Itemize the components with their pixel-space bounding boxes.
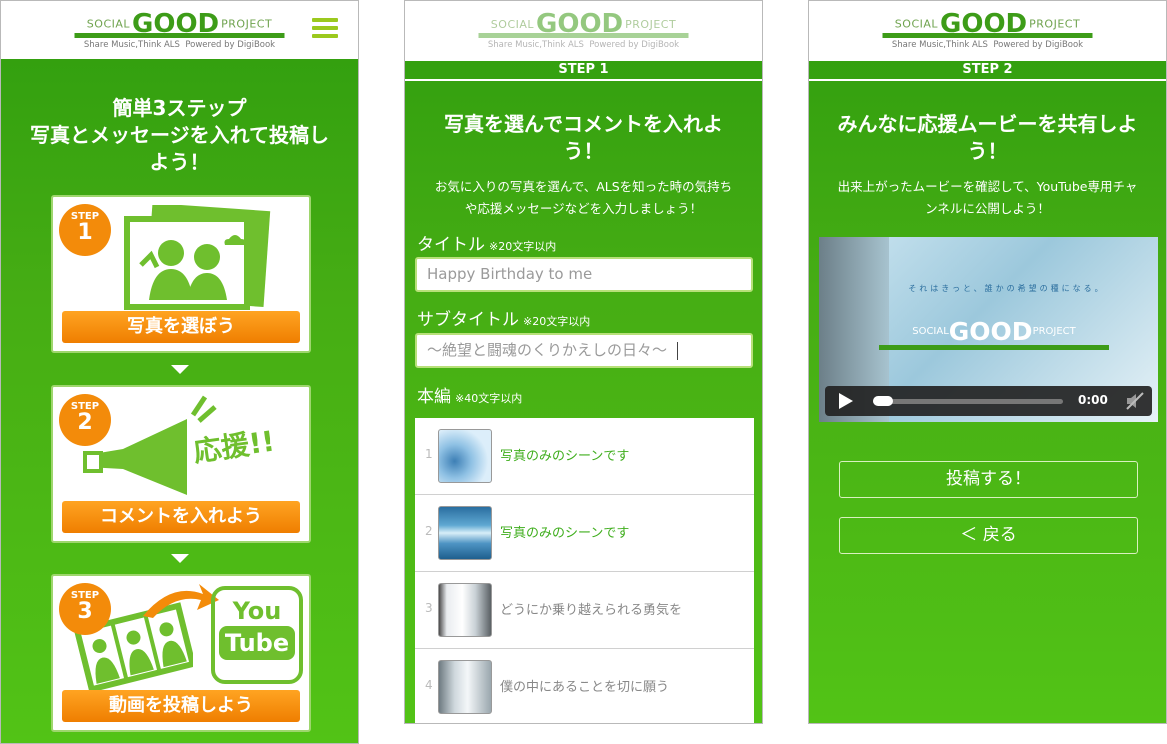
down-arrow-icon <box>171 365 189 374</box>
choose-photo-button[interactable]: 写真を選ぼう <box>62 311 300 343</box>
scene-row[interactable]: 4 僕の中にあることを切に願う <box>415 649 754 723</box>
subtitle-label: サブタイトル ※20文字以内 <box>417 310 591 330</box>
page-description: お気に入りの写真を選んで、ALSを知った時の気持ち や応援メッセージなどを入力し… <box>434 179 733 216</box>
subtitle-input[interactable]: 〜絶望と闘魂のくりかえしの日々〜 <box>415 333 753 368</box>
youtube-logo: You Tube <box>211 586 303 684</box>
site-logo[interactable]: SOCIALGOOD PROJECT Share Music,Think ALS … <box>72 7 287 53</box>
title-label: タイトル ※20文字以内 <box>417 235 557 255</box>
scene-thumbnail <box>438 583 492 637</box>
video-controls: 0:00 <box>825 386 1152 416</box>
title-input[interactable]: Happy Birthday to me <box>415 257 753 292</box>
add-comment-button[interactable]: コメントを入れよう <box>62 501 300 533</box>
step-1-badge: STEP 1 <box>59 204 111 256</box>
screen-step-1-form: SOCIALGOOD PROJECT Share Music,Think ALS … <box>404 0 763 724</box>
site-logo[interactable]: SOCIALGOOD PROJECT Share Music,Think ALS … <box>880 7 1095 53</box>
step-3-card[interactable]: You Tube STEP 3 動画を投稿しよう <box>51 574 311 732</box>
video-logo: SOCIALGOODPROJECT <box>879 317 1109 357</box>
header: SOCIALGOOD PROJECT Share Music,Think ALS … <box>809 1 1166 59</box>
step-2-badge: STEP 2 <box>59 394 111 446</box>
photo-people-icon <box>124 205 271 310</box>
body-label: 本編 ※40文字以内 <box>417 387 523 407</box>
page-title: みんなに応援ムービーを共有しよ う！ <box>837 112 1138 163</box>
video-player[interactable]: それはきっと、誰かの希望の種になる。 SOCIALGOODPROJECT 0:0… <box>819 237 1158 422</box>
scene-row[interactable]: 2 写真のみのシーンです <box>415 495 754 572</box>
seek-handle[interactable] <box>873 396 893 406</box>
hamburger-menu-icon[interactable] <box>312 18 338 38</box>
scene-row[interactable]: 1 写真のみのシーンです <box>415 418 754 495</box>
screen-steps-overview: SOCIALGOOD PROJECT Share Music,Think ALS … <box>0 0 359 744</box>
back-button[interactable]: ＜ 戻る <box>839 517 1138 554</box>
down-arrow-icon <box>171 554 189 563</box>
step-1-card[interactable]: STEP 1 写真を選ぼう <box>51 195 311 353</box>
step-indicator: STEP 1 <box>405 59 762 81</box>
volume-muted-icon[interactable] <box>1125 392 1145 410</box>
step-3-badge: STEP 3 <box>59 583 111 635</box>
scene-row[interactable]: 3 どうにか乗り越えられる勇気を <box>415 572 754 649</box>
page-title: 簡単3ステップ 写真とメッセージを入れて投稿し よう！ <box>30 96 329 174</box>
header: SOCIALGOOD PROJECT Share Music,Think ALS … <box>405 1 762 59</box>
video-caption: それはきっと、誰かの希望の種になる。 <box>908 284 1106 293</box>
site-logo[interactable]: SOCIALGOOD PROJECT Share Music,Think ALS … <box>476 7 691 53</box>
time-display: 0:00 <box>1078 393 1108 407</box>
scene-list: 1 写真のみのシーンです 2 写真のみのシーンです 3 どうにか乗り越えられる勇… <box>415 418 754 723</box>
play-icon[interactable] <box>839 393 853 409</box>
header: SOCIALGOOD PROJECT Share Music,Think ALS … <box>1 1 358 59</box>
post-button[interactable]: 投稿する！ <box>839 461 1138 498</box>
scene-thumbnail <box>438 429 492 483</box>
upload-arrow-icon <box>143 584 219 618</box>
step-indicator: STEP 2 <box>809 59 1166 81</box>
scene-thumbnail <box>438 660 492 714</box>
scene-thumbnail <box>438 506 492 560</box>
page-title: 写真を選んでコメントを入れよ う！ <box>444 112 723 163</box>
screen-step-2-share: SOCIALGOOD PROJECT Share Music,Think ALS … <box>808 0 1167 724</box>
page-description: 出来上がったムービーを確認して、YouTube専用チャ ンネルに公開しよう！ <box>837 179 1138 216</box>
seek-bar[interactable] <box>873 399 1063 404</box>
step-2-card[interactable]: 応援!! STEP 2 コメントを入れよう <box>51 385 311 543</box>
post-video-button[interactable]: 動画を投稿しよう <box>62 690 300 722</box>
